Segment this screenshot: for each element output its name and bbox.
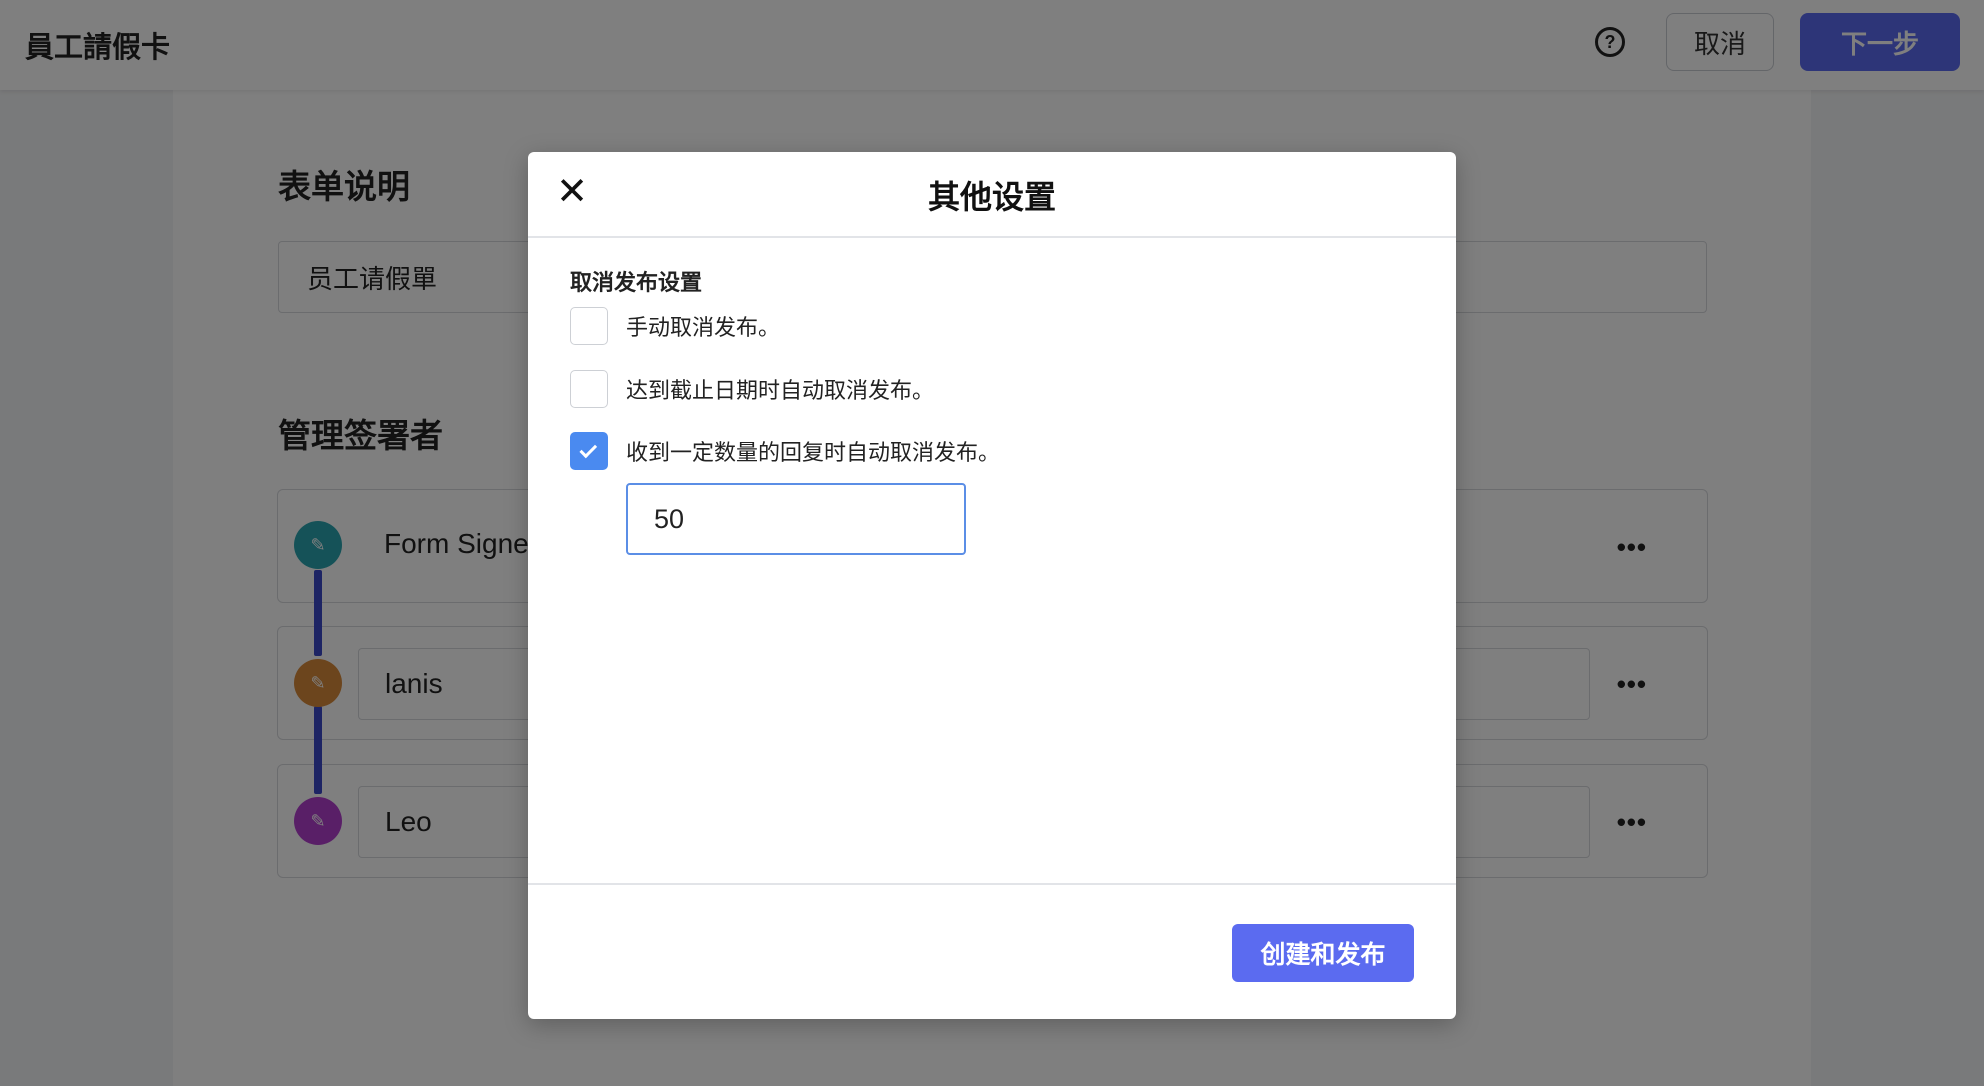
dialog-footer-divider: [528, 883, 1456, 885]
response-count-input[interactable]: [626, 483, 966, 555]
other-settings-dialog: 其他设置 ✕ 取消发布设置 手动取消发布。 达到截止日期时自动取消发布。 收到一…: [528, 152, 1456, 1019]
manual-unpublish-checkbox[interactable]: [570, 307, 608, 345]
option-label: 达到截止日期时自动取消发布。: [626, 378, 935, 403]
option-manual-unpublish[interactable]: 手动取消发布。: [570, 307, 780, 345]
dialog-title: 其他设置: [927, 179, 1056, 215]
option-response-count-unpublish[interactable]: 收到一定数量的回复时自动取消发布。: [570, 432, 1000, 470]
checkmark-icon: [579, 440, 598, 458]
option-deadline-unpublish[interactable]: 达到截止日期时自动取消发布。: [570, 370, 934, 408]
response-count-unpublish-checkbox[interactable]: [570, 432, 608, 470]
close-icon[interactable]: ✕: [552, 172, 592, 212]
option-label: 收到一定数量的回复时自动取消发布。: [626, 440, 1001, 465]
deadline-unpublish-checkbox[interactable]: [570, 370, 608, 408]
dialog-header-divider: [528, 236, 1456, 238]
create-and-publish-button[interactable]: 创建和发布: [1232, 924, 1414, 982]
unpublish-settings-label: 取消发布设置: [570, 270, 703, 295]
option-label: 手动取消发布。: [626, 315, 781, 340]
